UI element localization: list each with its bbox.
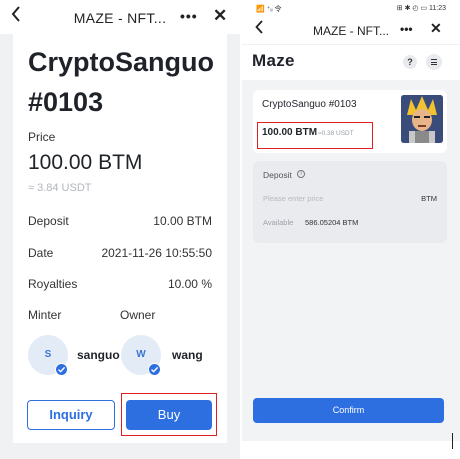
nft-image	[401, 95, 443, 143]
verified-check-icon	[148, 363, 161, 376]
app-header: Maze ?	[242, 44, 460, 80]
price-value: 100.00 BTM	[28, 151, 143, 174]
status-bar: 📶 ⁺ᵢᵢ 令 ⊞ ✱ ◴ ▭ 11:23	[242, 0, 460, 16]
owner-name[interactable]: wang	[172, 348, 203, 362]
left-screen: MAZE - NFT... ••• ✕ CryptoSanguo #0103 P…	[0, 0, 240, 459]
info-icon[interactable]: i	[297, 170, 305, 178]
available-value: 586.05204 BTM	[305, 218, 359, 227]
help-icon[interactable]: ?	[403, 55, 417, 69]
nft-name: CryptoSanguo #0103	[262, 99, 357, 110]
deposit-label: Deposit	[263, 170, 292, 180]
inquiry-button[interactable]: Inquiry	[27, 400, 115, 430]
price-highlight-box	[257, 122, 373, 149]
buy-button[interactable]: Buy	[126, 400, 212, 430]
status-right: ⊞ ✱ ◴ ▭ 11:23	[396, 5, 446, 12]
close-icon[interactable]: ✕	[213, 6, 227, 26]
price-usd: ≈ 3.84 USDT	[28, 182, 92, 194]
right-screen: 📶 ⁺ᵢᵢ 令 ⊞ ✱ ◴ ▭ 11:23 MAZE - NFT... ••• …	[242, 0, 460, 459]
date-value: 2021-11-26 10:55:50	[101, 246, 212, 260]
status-left: 📶 ⁺ᵢᵢ 令	[256, 6, 282, 13]
menu-icon[interactable]	[426, 54, 442, 70]
minter-name[interactable]: sanguo	[77, 348, 120, 362]
royalties-label: Royalties	[28, 277, 78, 291]
nav-title: MAZE - NFT...	[73, 10, 167, 26]
price-label: Price	[28, 130, 56, 144]
deposit-panel: Deposit i Please enter price BTM Availab…	[253, 161, 447, 243]
deposit-value: 10.00 BTM	[153, 214, 212, 228]
bottom-bar	[242, 441, 460, 459]
more-icon[interactable]: •••	[180, 8, 198, 24]
deposit-label: Deposit	[28, 214, 69, 228]
text-cursor	[452, 433, 453, 449]
maze-logo: Maze	[252, 51, 295, 70]
top-nav-bar: MAZE - NFT... ••• ✕	[242, 16, 460, 44]
date-label: Date	[28, 246, 54, 260]
available-label: Available	[263, 218, 294, 227]
price-input[interactable]: Please enter price	[263, 194, 323, 203]
close-icon[interactable]: ✕	[430, 20, 442, 37]
confirm-button[interactable]: Confirm	[253, 398, 444, 423]
nav-title: MAZE - NFT...	[313, 24, 389, 38]
price-unit: BTM	[421, 194, 437, 203]
minter-label: Minter	[28, 308, 62, 322]
nft-detail-card: CryptoSanguo #0103 Price 100.00 BTM ≈ 3.…	[13, 34, 227, 443]
more-icon[interactable]: •••	[400, 22, 413, 36]
royalties-value: 10.00 %	[167, 277, 212, 291]
verified-check-icon	[55, 363, 68, 376]
top-nav-bar: MAZE - NFT... ••• ✕	[0, 0, 240, 34]
nft-title: CryptoSanguo #0103	[28, 47, 214, 117]
owner-label: Owner	[120, 308, 156, 322]
